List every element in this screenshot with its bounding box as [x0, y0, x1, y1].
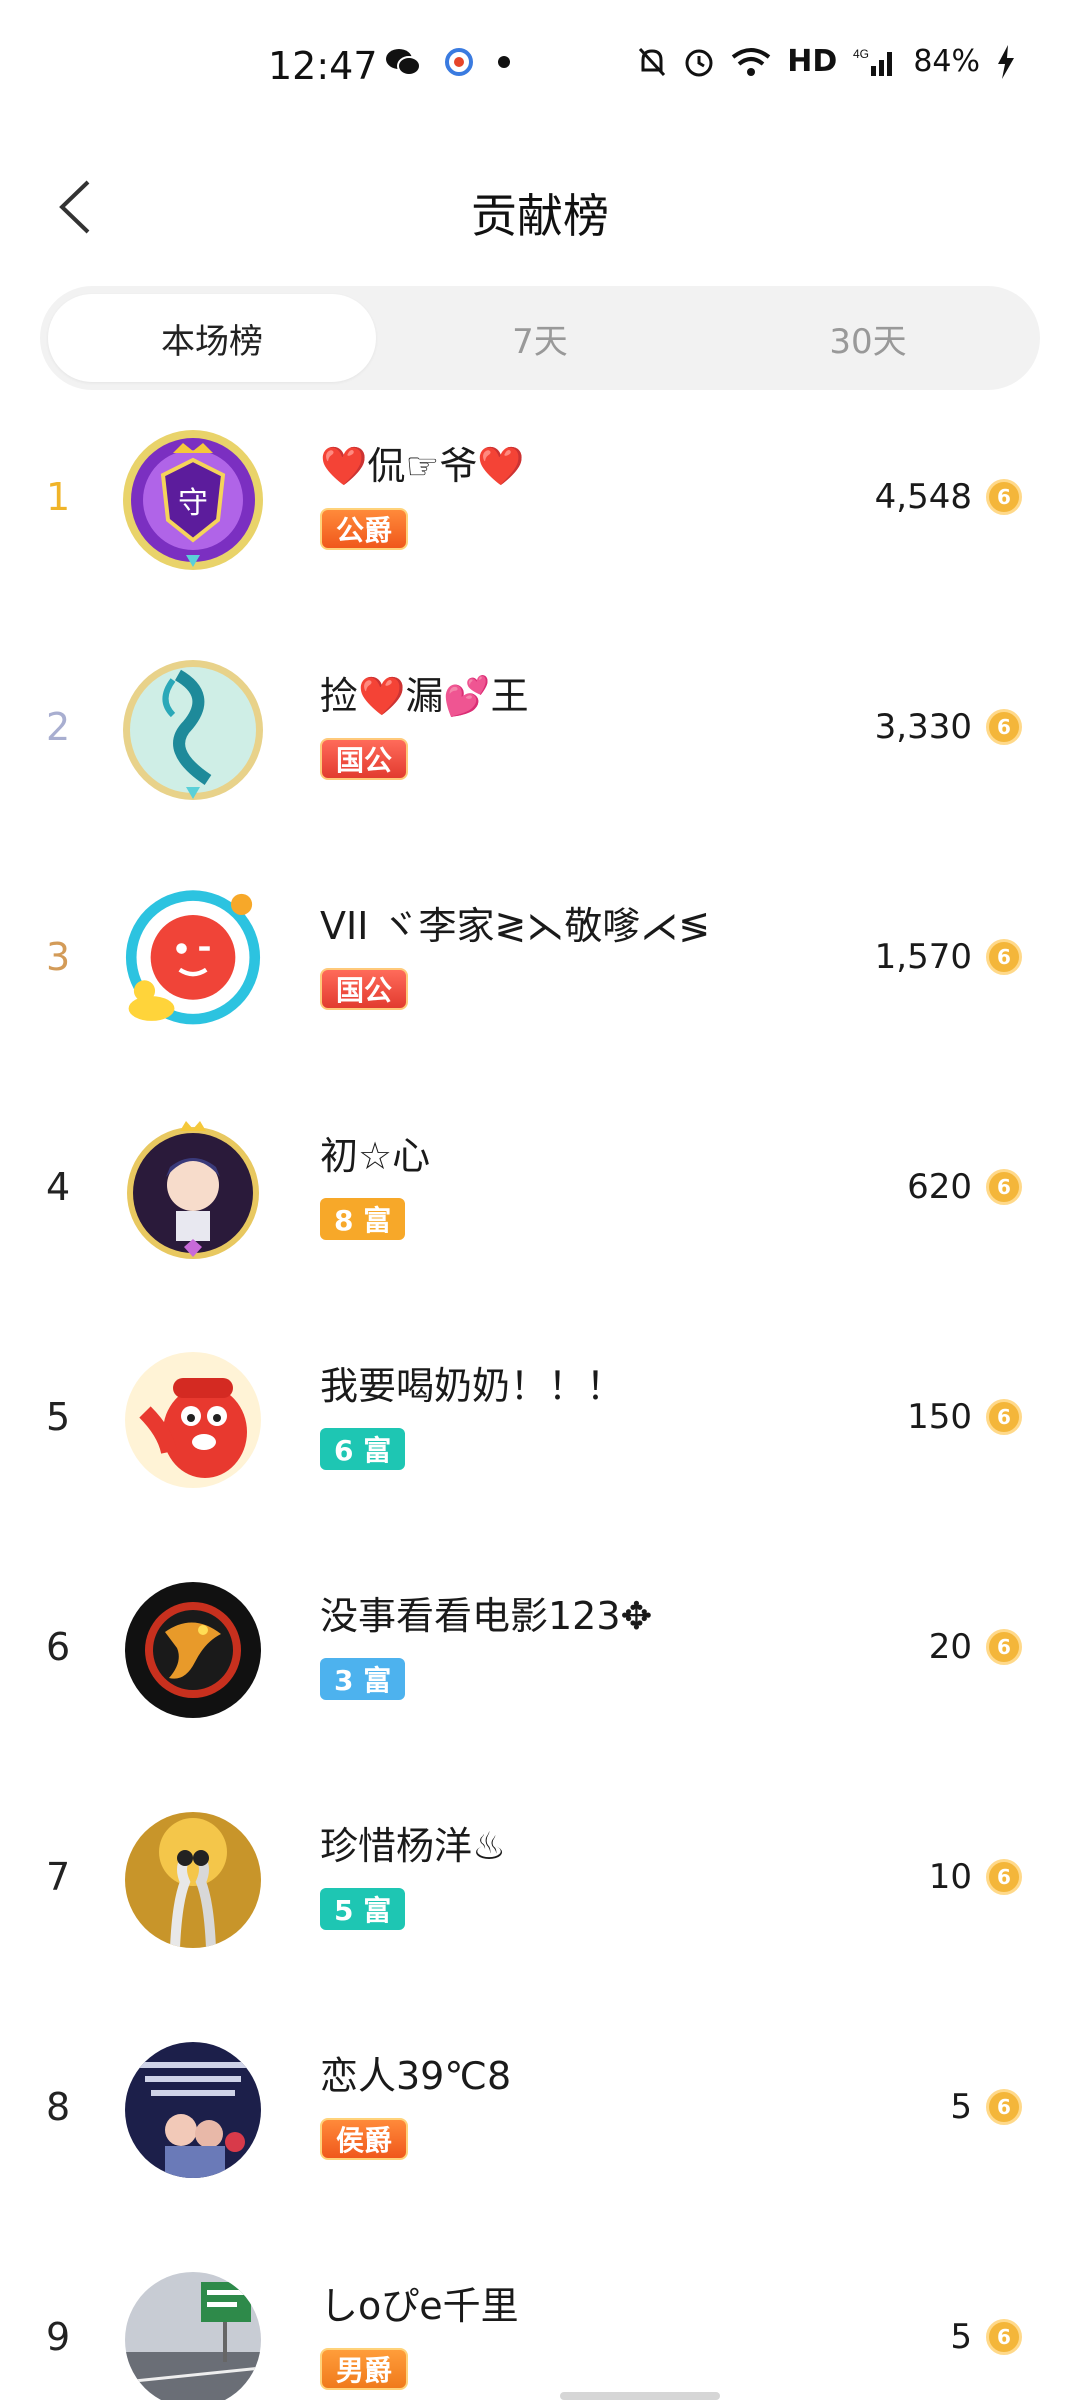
avatar-frame-pool	[125, 890, 261, 1025]
tab-7-days[interactable]: 7天	[376, 294, 704, 382]
avatar-image	[125, 1582, 261, 1718]
wealth-badge: 3 富	[320, 1658, 406, 1700]
rank-badge: 男爵	[320, 2348, 409, 2390]
rank-badge: 侯爵	[320, 2118, 409, 2160]
list-item[interactable]: 2 捡❤️漏💕王 国公 3,330 6	[0, 630, 1080, 860]
page-title: 贡献榜	[471, 189, 609, 243]
username: 恋人39℃8	[320, 2054, 512, 2098]
coin-icon: 6	[986, 939, 1022, 975]
rank-number: 8	[46, 2085, 71, 2129]
wechat-icon	[386, 49, 421, 76]
username: 捡❤️漏💕王	[320, 674, 529, 718]
avatar[interactable]	[118, 1115, 268, 1265]
coin-icon: 6	[986, 2319, 1022, 2355]
status-notification-icons	[385, 46, 511, 78]
coin-icon: 6	[986, 1399, 1022, 1435]
list-item[interactable]: 3 VII ヾ李家≷⋋敬嗲⋌≶ 国公 1,570 6	[0, 860, 1080, 1090]
wealth-badge: 5 富	[320, 1888, 406, 1930]
contribution-score: 4,548	[874, 477, 972, 517]
username: 初☆心	[320, 1134, 431, 1178]
wifi-icon	[732, 47, 771, 76]
avatar-image	[125, 2272, 261, 2400]
rank-number: 9	[46, 2315, 71, 2359]
list-item[interactable]: 6 没事看看电影123✥ 3 富 20 6	[0, 1550, 1080, 1780]
alarm-icon	[685, 49, 713, 76]
header: 贡献榜	[0, 140, 1080, 290]
coin-icon: 6	[986, 1859, 1022, 1895]
username: ❤️侃☞爷❤️	[320, 444, 525, 488]
coin-icon: 6	[986, 1629, 1022, 1665]
contribution-score: 20	[928, 1627, 972, 1667]
username: しoぴe千里	[320, 2284, 519, 2328]
avatar[interactable]: 守	[118, 425, 268, 575]
avatar-image	[125, 1812, 261, 1948]
period-tabs: 本场榜 7天 30天	[40, 286, 1040, 390]
wealth-badge: 6 富	[320, 1428, 406, 1470]
contribution-score: 10	[928, 1857, 972, 1897]
app-notification-icon	[445, 48, 473, 76]
tab-this-session[interactable]: 本场榜	[48, 294, 376, 382]
rank-number: 6	[46, 1625, 71, 1669]
rank-number: 7	[46, 1855, 71, 1899]
username: 珍惜杨洋♨	[320, 1824, 507, 1868]
rank-number: 1	[46, 475, 71, 519]
avatar-image	[125, 2042, 261, 2178]
avatar[interactable]	[118, 885, 268, 1035]
contribution-score: 3,330	[874, 707, 972, 747]
status-right: HD 4G 84%	[637, 44, 1016, 79]
avatar[interactable]	[118, 1805, 268, 1955]
rank-badge: 国公	[320, 968, 409, 1010]
status-bar: 12:47 HD 4G 84%	[0, 0, 1080, 140]
coin-icon: 6	[986, 709, 1022, 745]
status-time: 12:47	[268, 44, 378, 88]
rank-badge: 国公	[320, 738, 409, 780]
mute-icon	[639, 47, 666, 76]
wealth-badge: 8 富	[320, 1198, 406, 1240]
network-hd-label: HD	[787, 44, 838, 79]
avatar[interactable]	[118, 655, 268, 805]
battery-level: 84%	[913, 44, 980, 79]
avatar[interactable]	[118, 2035, 268, 2185]
coin-icon: 6	[986, 1169, 1022, 1205]
avatar-image	[125, 1352, 261, 1488]
svg-text:4G: 4G	[853, 47, 869, 61]
rank-number: 4	[46, 1165, 71, 1209]
username: 我要喝奶奶！！！	[320, 1364, 625, 1408]
rank-badge: 公爵	[320, 508, 409, 550]
contribution-score: 5	[950, 2317, 972, 2357]
list-item[interactable]: 4 初☆心 8 富 620 6	[0, 1090, 1080, 1320]
list-item[interactable]: 1 守 ❤️侃☞爷❤️ 公爵 4,548 6	[0, 400, 1080, 630]
contribution-score: 1,570	[874, 937, 972, 977]
contribution-score: 150	[907, 1397, 972, 1437]
contribution-score: 620	[907, 1167, 972, 1207]
avatar[interactable]	[118, 1345, 268, 1495]
charging-icon	[998, 44, 1014, 79]
coin-icon: 6	[986, 479, 1022, 515]
avatar-frame-shield: 守	[123, 430, 263, 570]
username: 没事看看电影123✥	[320, 1594, 653, 1638]
dot-icon	[498, 56, 510, 68]
contribution-list: 1 守 ❤️侃☞爷❤️ 公爵 4,548 6 2 捡❤️漏💕王 国公 3,330…	[0, 400, 1080, 2400]
list-item[interactable]: 7 珍惜杨洋♨ 5 富 10 6	[0, 1780, 1080, 2010]
list-item[interactable]: 8 恋人39℃8 侯爵 5 6	[0, 2010, 1080, 2240]
svg-text:守: 守	[178, 486, 208, 521]
list-item[interactable]: 9 しoぴe千里 男爵 5 6	[0, 2240, 1080, 2400]
avatar-frame-anime	[127, 1121, 259, 1259]
rank-number: 5	[46, 1395, 71, 1439]
signal-icon: 4G	[853, 47, 893, 76]
rank-number: 2	[46, 705, 71, 749]
rank-number: 3	[46, 935, 71, 979]
scroll-indicator[interactable]	[560, 2392, 720, 2400]
list-item[interactable]: 5 我要喝奶奶！！！ 6 富 150 6	[0, 1320, 1080, 1550]
avatar-frame-dragon	[123, 660, 263, 800]
contribution-score: 5	[950, 2087, 972, 2127]
username: VII ヾ李家≷⋋敬嗲⋌≶	[320, 904, 711, 948]
tab-30-days[interactable]: 30天	[704, 294, 1032, 382]
coin-icon: 6	[986, 2089, 1022, 2125]
avatar[interactable]	[118, 2265, 268, 2400]
avatar[interactable]	[118, 1575, 268, 1725]
